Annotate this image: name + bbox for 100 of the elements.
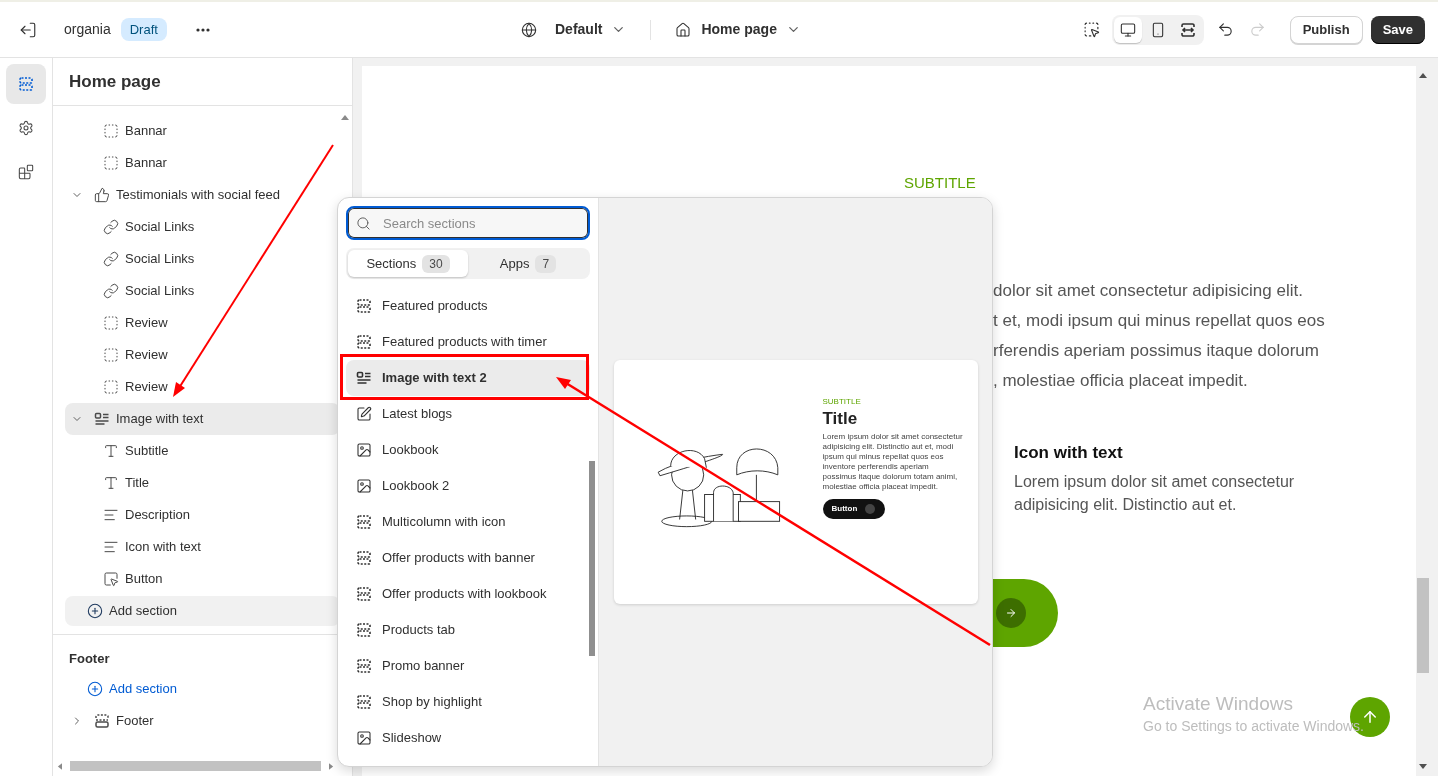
section-icon [356,514,372,530]
section-option[interactable]: Offer products with banner [346,540,590,576]
sections-icon [18,76,34,92]
list-scrollbar[interactable] [589,461,595,656]
theme-selector[interactable]: Default [510,19,627,40]
description-line: rferendis aperiam possimus itaque dolorum [993,340,1320,362]
description-line: dolor sit amet consectetur adipisicing elit. [993,280,1304,302]
tree-item[interactable]: Testimonials with social feed [65,179,340,211]
desktop-icon [1119,21,1136,38]
section-icon [356,622,372,638]
link-icon [103,251,119,267]
device-button[interactable] [1113,16,1142,43]
dashed-square-icon [103,315,119,331]
section-option[interactable]: Lookbook 2 [346,468,590,504]
panel-title: Home page [69,70,161,93]
section-icon [356,694,372,710]
section-option[interactable]: Products tab [346,612,590,648]
dashed-square-icon [103,347,119,363]
search-field[interactable]: Search sections [346,206,590,240]
section-tab[interactable]: Apps 7 [468,250,588,277]
settings-icon [18,120,34,136]
tree-item[interactable]: Image with text [65,403,340,435]
status-badge: Draft [120,17,167,42]
tree-item[interactable]: Social Links [65,275,340,307]
tree-item[interactable]: Footer [65,705,340,737]
image-icon [356,730,372,746]
section-option[interactable]: Latest blogs [346,396,590,432]
scroll-up-arrow-icon[interactable] [341,114,349,120]
tree-item[interactable]: Title [65,467,340,499]
section-icon [356,298,372,314]
feature-text: Lorem ipsum dolor sit amet consectetur adipisicing elit. Distinctio aut et. [1014,472,1296,515]
apps-icon [18,164,34,180]
link-icon [103,219,119,235]
plus-circle-icon [87,603,103,619]
image-text-icon [94,411,110,427]
section-option[interactable]: Image with text 2 [346,360,590,396]
section-subtitle: SUBTITLE [904,173,977,193]
scroll-left-arrow-icon[interactable] [57,762,62,770]
publish-button[interactable]: Publish [1289,15,1363,44]
tree-item[interactable]: Bannar [65,147,340,179]
horizontal-scrollbar[interactable] [57,760,334,772]
footer-icon [94,713,110,729]
text-icon [103,443,119,459]
thumbs-up-icon [94,187,110,203]
image-icon [356,442,372,458]
tree-item[interactable]: Icon with text [65,531,340,563]
add-section-button[interactable]: Add section [65,596,340,626]
section-option[interactable]: Multicolumn with icon [346,504,590,540]
description-line: , molestiae officia placeat impedit. [993,370,1249,392]
section-option[interactable]: Promo banner [346,648,590,684]
cursor-square-icon [103,571,119,587]
redo-icon [1249,21,1267,38]
more-icon [195,27,210,32]
search-icon [356,216,371,231]
section-option[interactable]: Featured products [346,288,590,324]
full-width-icon [1179,21,1196,38]
section-option[interactable]: Shop by highlight [346,684,590,720]
tree-item[interactable]: Button [65,563,340,595]
tree-item[interactable]: Review [65,371,340,403]
tree-item[interactable]: Bannar [65,115,340,147]
rail-button[interactable] [6,64,46,104]
dashed-square-icon [103,155,119,171]
align-left-icon [103,539,119,555]
section-icon [356,658,372,674]
tree-item[interactable]: Social Links [65,243,340,275]
footer-heading: Footer [68,650,111,667]
home-icon [675,21,692,38]
count-badge: 7 [535,254,557,273]
scrollbar-thumb[interactable] [1417,578,1429,673]
add-section-link[interactable]: Add section [65,673,340,705]
link-icon [103,283,119,299]
arrow-right-icon [996,598,1026,628]
section-icon [356,586,372,602]
tree-item[interactable]: Review [65,307,340,339]
select-cursor-icon [1083,21,1101,38]
pen-square-icon [356,406,372,422]
scroll-down-arrow-icon[interactable] [1419,764,1427,770]
count-badge: 30 [422,254,450,273]
cta-button[interactable] [993,579,1058,647]
section-option[interactable]: Slideshow [346,720,590,756]
section-option[interactable]: Lookbook [346,432,590,468]
store-name: organia [64,20,111,39]
dashed-square-icon [103,123,119,139]
section-icon [356,334,372,350]
tree-item[interactable]: Subtitle [65,435,340,467]
scroll-right-arrow-icon[interactable] [329,762,334,770]
description-line: t et, modi ipsum qui minus repellat quos eos [993,310,1326,332]
section-option[interactable]: Offer products with lookbook [346,576,590,612]
image-icon [356,478,372,494]
section-tab[interactable]: Sections 30 [348,250,468,277]
tree-item[interactable]: Social Links [65,211,340,243]
section-option[interactable]: Featured products with timer [346,324,590,360]
scroll-up-arrow-icon[interactable] [1419,72,1427,78]
align-left-icon [103,507,119,523]
tree-item[interactable]: Description [65,499,340,531]
preview-description: Lorem ipsum dolor sit amet consectetur adipisicing elit. Distinctio aut et, modi ipsum qui minus repellat quos eos inventore perferendis aperiam possimus itaque dolorum totam animi, molestiae officia placeat impedit. [822,432,964,492]
save-button[interactable]: Save [1370,15,1425,44]
tree-item[interactable]: Review [65,339,340,371]
undo-icon [1217,21,1235,38]
page-selector[interactable]: Home page [675,19,801,40]
